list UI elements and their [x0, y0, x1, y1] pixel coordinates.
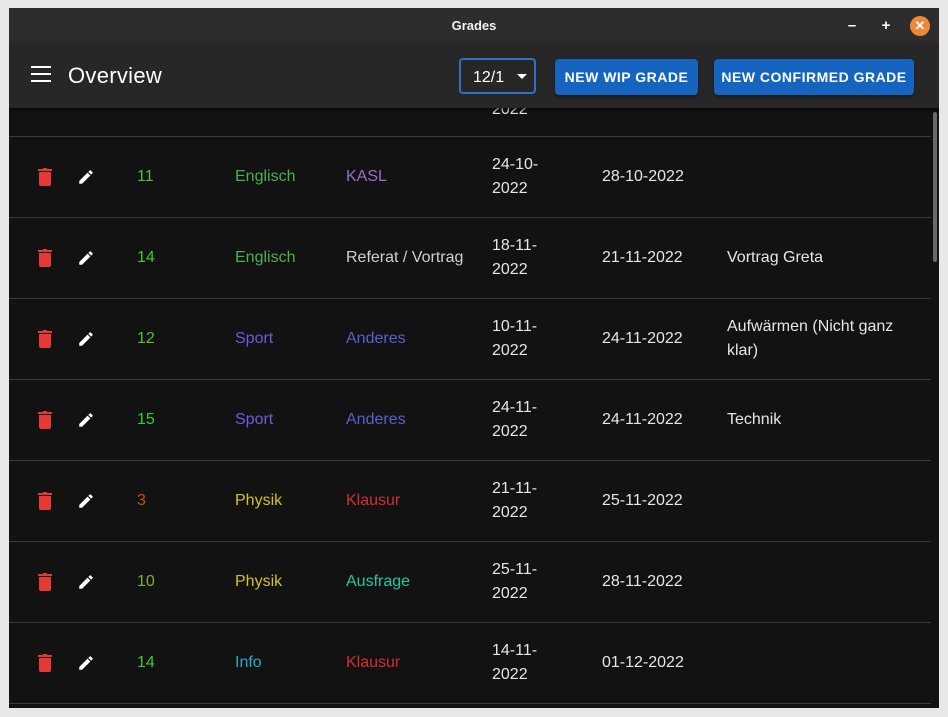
type-cell: Referat / Vortrag: [346, 249, 464, 266]
returned-date-cell: 24-11-2022: [602, 411, 683, 428]
type-cell: KASL: [346, 168, 387, 185]
subject-cell: Sport: [235, 330, 274, 347]
grade-cell: 15: [137, 411, 155, 428]
subject-cell: Physik: [235, 573, 283, 590]
table-row: 15 Sport Anderes 24-11-2022 24-11-2022 Techni…: [9, 380, 931, 461]
subject-cell: Englisch: [235, 249, 296, 266]
type-cell: Anderes: [346, 411, 406, 428]
semester-select[interactable]: 12/1: [459, 58, 536, 94]
new-wip-grade-button[interactable]: NEW WIP GRADE: [555, 59, 698, 95]
type-cell: Anderes: [346, 330, 406, 347]
table-row: 10 Physik Ausfrage 25-11-2022 28-11-2022: [9, 542, 931, 623]
minimize-button[interactable]: –: [842, 16, 862, 36]
vertical-scrollbar[interactable]: [933, 112, 937, 262]
edit-icon[interactable]: [76, 461, 96, 541]
window-title: Grades: [451, 18, 497, 33]
table-row: 12 Sport Anderes 10-11-2022 24-11-2022 Aufwär…: [9, 299, 931, 380]
subject-cell: Info: [235, 654, 262, 671]
semester-value: 12/1: [473, 69, 505, 86]
table-row: 11 Englisch KASL 24-10-2022 28-10-2022: [9, 137, 931, 218]
delete-icon[interactable]: [37, 461, 53, 541]
written-date-cell: 10-11-2022: [492, 318, 538, 359]
table-row: 3 Physik Klausur 21-11-2022 25-11-2022: [9, 461, 931, 542]
grade-cell: 10: [137, 573, 155, 590]
written-date-cell: 25-11-2022: [492, 561, 538, 602]
delete-icon[interactable]: [37, 542, 53, 622]
returned-date-cell: 28-10-2022: [602, 168, 684, 185]
note-cell: [727, 137, 917, 217]
edit-icon[interactable]: [76, 380, 96, 460]
type-cell: Ausfrage: [346, 573, 411, 590]
type-cell: Klausur: [346, 492, 401, 509]
grade-cell: 14: [137, 654, 155, 671]
note-cell: [727, 542, 917, 622]
written-date-cell: 18-11-2022: [492, 237, 538, 278]
delete-icon[interactable]: [37, 623, 53, 703]
delete-icon[interactable]: [37, 380, 53, 460]
grade-cell: 3: [137, 492, 146, 509]
note-cell: [727, 461, 917, 541]
note-cell: [727, 108, 917, 136]
note-cell: Aufwärmen (Nicht ganz klar): [727, 318, 894, 359]
type-cell: [346, 108, 466, 136]
note-cell: [727, 623, 917, 703]
edit-icon[interactable]: [76, 542, 96, 622]
menu-icon[interactable]: [31, 66, 51, 82]
title-bar: Grades – + ✕: [9, 8, 939, 44]
table-row: 2022: [9, 108, 931, 137]
app-bar: Overview 12/1 NEW WIP GRADE NEW CONFIRME…: [9, 44, 939, 108]
subject-cell: Physik: [235, 492, 283, 509]
new-confirmed-grade-button[interactable]: NEW CONFIRMED GRADE: [714, 59, 914, 95]
written-date-cell: 21-11-2022: [492, 480, 538, 521]
delete-icon[interactable]: [37, 218, 53, 298]
grade-cell: 12: [137, 330, 155, 347]
maximize-button[interactable]: +: [876, 16, 896, 36]
returned-date-cell: 25-11-2022: [602, 492, 683, 509]
edit-icon[interactable]: [76, 137, 96, 217]
edit-icon[interactable]: [76, 623, 96, 703]
grade-cell: 14: [137, 249, 155, 266]
returned-date-cell: 21-11-2022: [602, 249, 683, 266]
grades-table: 2022 11 Englisch KASL 24-10-2022 28-10-2022 14…: [9, 108, 939, 708]
type-cell: Klausur: [346, 654, 401, 671]
delete-icon[interactable]: [37, 137, 53, 217]
returned-date-cell: 24-11-2022: [602, 330, 683, 347]
returned-date-cell: 01-12-2022: [602, 654, 684, 671]
close-button[interactable]: ✕: [910, 16, 930, 36]
returned-date-cell: 28-11-2022: [602, 573, 683, 590]
written-date-cell: 14-11-2022: [492, 642, 538, 683]
note-cell: Vortrag Greta: [727, 249, 824, 266]
edit-icon[interactable]: [76, 299, 96, 379]
delete-icon[interactable]: [37, 299, 53, 379]
app-window: Grades – + ✕ Overview 12/1 NEW WIP GRADE…: [9, 8, 939, 708]
written-date-cell: 24-10-2022: [492, 156, 539, 197]
table-row: 14 Info Klausur 14-11-2022 01-12-2022: [9, 623, 931, 704]
edit-icon[interactable]: [76, 218, 96, 298]
written-date-cell: 24-11-2022: [492, 399, 538, 440]
chevron-down-icon: [517, 74, 527, 79]
page-title: Overview: [68, 63, 163, 88]
grade-cell: 11: [137, 168, 154, 185]
subject-cell: Englisch: [235, 168, 296, 185]
grades-table-body: 2022 11 Englisch KASL 24-10-2022 28-10-2022 14…: [9, 108, 931, 704]
table-row: 14 Englisch Referat / Vortrag 18-11-2022 21-…: [9, 218, 931, 299]
note-cell: Technik: [727, 411, 782, 428]
subject-cell: Sport: [235, 411, 274, 428]
written-date-cell: 2022: [492, 108, 528, 118]
